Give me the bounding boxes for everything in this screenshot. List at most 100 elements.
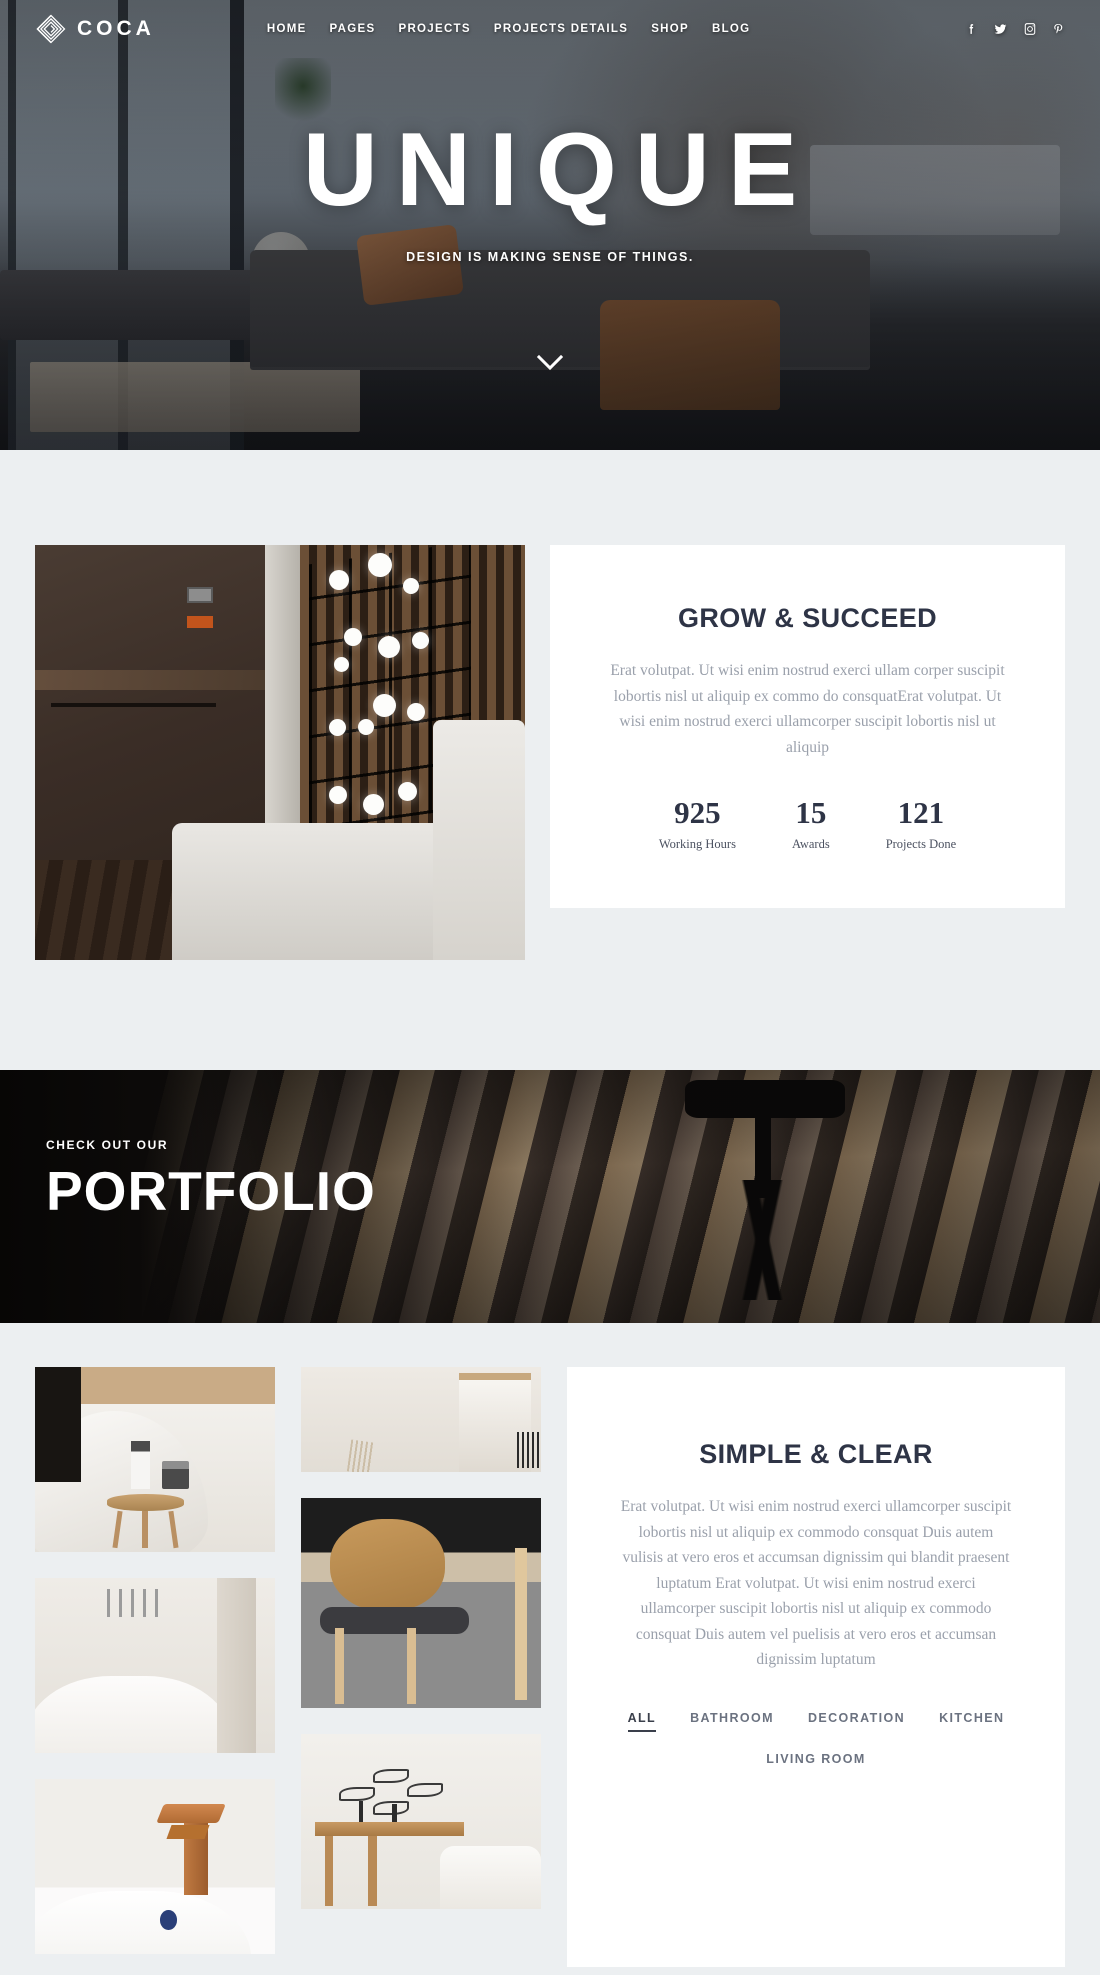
chevron-down-icon	[537, 355, 563, 371]
tile-stool-top	[107, 1493, 184, 1512]
grow-stats: 925 Working Hours 15 Awards 121 Projects…	[606, 796, 1009, 852]
tile-faucet-spout	[155, 1803, 227, 1823]
twitter-icon	[994, 24, 1007, 34]
stat-value: 15	[795, 795, 827, 831]
portfolio-column-left	[35, 1367, 275, 1954]
facebook-link[interactable]	[965, 22, 978, 36]
portfolio-text-card: SIMPLE & CLEAR Erat volutpat. Ut wisi en…	[567, 1367, 1065, 1967]
portfolio-tile-copper-faucet[interactable]	[35, 1779, 275, 1954]
tile-fish	[373, 1800, 409, 1815]
portfolio-tile-bathtub-stool[interactable]	[35, 1367, 275, 1552]
stat-label: Awards	[791, 837, 830, 852]
portfolio-grid-section: SIMPLE & CLEAR Erat volutpat. Ut wisi en…	[0, 1323, 1100, 1967]
nav-item-home[interactable]: HOME	[267, 23, 307, 35]
tile-faucet-handle	[166, 1824, 211, 1839]
tile-stool-leg	[168, 1510, 179, 1549]
filter-living-room[interactable]: LIVING ROOM	[766, 1752, 865, 1771]
portfolio-banner-section: CHECK OUT OUR PORTFOLIO	[0, 1070, 1100, 1323]
hero-title: UNIQUE	[302, 112, 816, 228]
portfolio-tile-wooden-chair[interactable]	[301, 1498, 541, 1708]
grow-succeed-section: GROW & SUCCEED Erat volutpat. Ut wisi en…	[0, 450, 1100, 1070]
portfolio-banner-title: PORTFOLIO	[46, 1160, 376, 1222]
tile-chair-silhouette	[346, 1438, 376, 1472]
grow-image-floor	[35, 860, 192, 960]
stat-value: 121	[897, 795, 945, 831]
instagram-icon	[1024, 23, 1036, 35]
top-navigation-bar: COCA HOME PAGES PROJECTS PROJECTS DETAIL…	[0, 0, 1100, 58]
grow-image-wall-switch	[186, 586, 213, 603]
stat-value: 925	[674, 795, 721, 831]
pinterest-link[interactable]	[1052, 22, 1064, 36]
grow-image-wall-panel	[186, 615, 213, 628]
tile-fish	[373, 1769, 409, 1783]
tile-artwork	[301, 1498, 541, 1708]
grow-image-orb	[397, 781, 417, 801]
stat-label: Projects Done	[885, 837, 957, 852]
tile-artwork	[301, 1734, 541, 1909]
tile-console-table	[315, 1821, 465, 1836]
stat-awards: 15 Awards	[792, 796, 830, 852]
stat-projects-done: 121 Projects Done	[886, 796, 956, 852]
grow-image-orb	[333, 657, 349, 673]
grow-image-orb	[402, 578, 419, 595]
portfolio-paragraph: Erat volutpat. Ut wisi enim nostrud exer…	[620, 1498, 1012, 1669]
tile-table-leg	[325, 1835, 334, 1906]
tile-fish	[406, 1783, 443, 1797]
tile-stool-leg	[112, 1510, 123, 1549]
grow-image-orb	[329, 785, 347, 804]
nav-item-pages[interactable]: PAGES	[330, 23, 376, 35]
hero-section: COCA HOME PAGES PROJECTS PROJECTS DETAIL…	[0, 0, 1100, 450]
grow-feature-image	[35, 545, 525, 960]
stat-working-hours: 925 Working Hours	[659, 796, 736, 852]
tile-chair-leg	[334, 1628, 345, 1704]
social-links	[965, 22, 1064, 36]
tile-fish	[339, 1786, 376, 1801]
tile-artwork	[35, 1578, 275, 1753]
filter-decoration[interactable]: DECORATION	[808, 1711, 905, 1732]
tile-stool-leg	[142, 1511, 148, 1549]
filter-all[interactable]: ALL	[627, 1711, 657, 1732]
brand-logo[interactable]: COCA	[36, 14, 155, 44]
nav-item-blog[interactable]: BLOG	[712, 23, 750, 35]
twitter-link[interactable]	[993, 22, 1008, 36]
hero-subtitle: DESIGN IS MAKING SENSE OF THINGS.	[406, 250, 694, 264]
portfolio-filters: ALL BATHROOM DECORATION KITCHEN LIVING R…	[619, 1711, 1013, 1771]
brand-name: COCA	[77, 17, 155, 40]
scroll-down-button[interactable]	[537, 355, 563, 371]
portfolio-kicker: CHECK OUT OUR	[46, 1138, 169, 1152]
grow-text-card: GROW & SUCCEED Erat volutpat. Ut wisi en…	[550, 545, 1065, 909]
tile-tub-fixtures	[107, 1588, 165, 1617]
grow-layout: GROW & SUCCEED Erat volutpat. Ut wisi en…	[35, 545, 1065, 960]
portfolio-tile-white-tub[interactable]	[35, 1578, 275, 1753]
coca-spiral-logo-icon	[36, 14, 66, 44]
nav-item-projects[interactable]: PROJECTS	[398, 23, 470, 35]
portfolio-tile-fish-sculptures[interactable]	[301, 1734, 541, 1909]
tile-chair-back	[329, 1519, 445, 1612]
filter-bathroom[interactable]: BATHROOM	[690, 1711, 774, 1732]
filter-kitchen[interactable]: KITCHEN	[939, 1711, 1004, 1732]
tile-artwork	[301, 1367, 541, 1472]
grow-paragraph: Erat volutpat. Ut wisi enim nostrud exer…	[610, 662, 1005, 756]
stat-label: Working Hours	[658, 837, 736, 852]
tile-faucet-drain	[159, 1910, 177, 1930]
tile-stool	[107, 1482, 184, 1549]
nav-item-projects-details[interactable]: PROJECTS DETAILS	[494, 23, 628, 35]
tile-chair-leg	[406, 1628, 417, 1704]
facebook-icon	[969, 24, 974, 34]
portfolio-title: SIMPLE & CLEAR	[699, 1439, 933, 1469]
grow-image-orb	[343, 628, 362, 646]
hero-text-block: UNIQUE DESIGN IS MAKING SENSE OF THINGS.	[0, 118, 1100, 267]
portfolio-filters-row2: LIVING ROOM	[619, 1752, 1013, 1771]
portfolio-banner-text: CHECK OUT OUR PORTFOLIO	[46, 1138, 376, 1219]
nav-item-shop[interactable]: SHOP	[651, 23, 689, 35]
instagram-link[interactable]	[1023, 22, 1037, 36]
tile-table-leg	[368, 1835, 377, 1906]
grow-title: GROW & SUCCEED	[677, 603, 938, 633]
grow-image-sofa	[172, 720, 525, 960]
portfolio-grid-layout: SIMPLE & CLEAR Erat volutpat. Ut wisi en…	[35, 1367, 1065, 1967]
pinterest-icon	[1054, 24, 1063, 34]
portfolio-tile-white-room[interactable]	[301, 1367, 541, 1472]
tile-artwork	[35, 1367, 275, 1552]
tile-chair-stool	[514, 1548, 527, 1700]
tile-sofa	[440, 1846, 541, 1909]
